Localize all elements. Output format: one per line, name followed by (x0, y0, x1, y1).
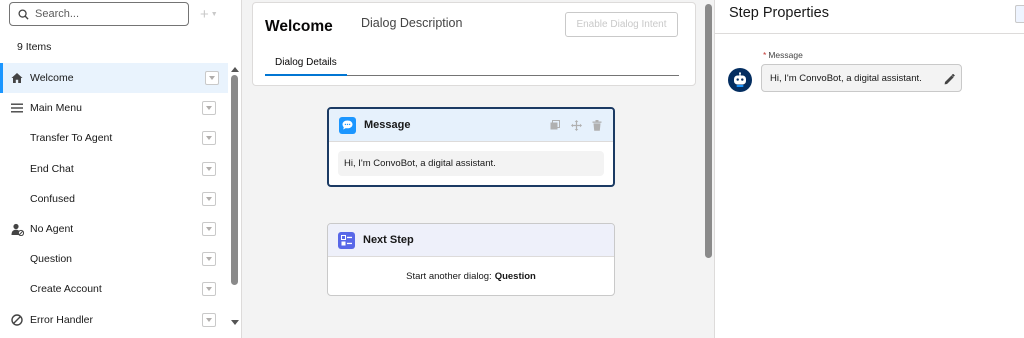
pencil-edit-icon[interactable] (943, 73, 955, 85)
message-step-header: Message (329, 109, 613, 142)
message-step-text[interactable]: Hi, I'm ConvoBot, a digital assistant. (338, 151, 604, 176)
chevron-down-icon: ▼ (210, 11, 218, 18)
dialog-item-menu-button[interactable] (202, 161, 216, 176)
ban-icon (10, 313, 24, 327)
move-icon[interactable] (570, 119, 582, 131)
message-step-tools (549, 119, 603, 131)
dialog-item-label: No Agent (30, 223, 74, 236)
message-step-card[interactable]: Message Hi, I'm ConvoBot, a digital assi… (327, 107, 615, 187)
plus-icon: + (200, 6, 209, 23)
next-step-title: Next Step (363, 234, 414, 246)
step-properties-panel: Step Properties * Message Hi, I'm ConvoBo… (714, 0, 1024, 338)
required-asterisk: * (763, 50, 767, 60)
dialog-title: Welcome (265, 18, 333, 35)
search-box[interactable] (9, 2, 189, 26)
copy-icon[interactable] (549, 119, 561, 131)
dialog-item-menu-button[interactable] (202, 252, 216, 267)
dialog-item-end-chat[interactable]: End Chat (0, 154, 228, 184)
menu-icon (10, 101, 24, 115)
dialog-item-transfer-to-agent[interactable]: Transfer To Agent (0, 123, 228, 153)
dialog-item-main-menu[interactable]: Main Menu (0, 93, 228, 123)
dialog-item-question[interactable]: Question (0, 244, 228, 274)
enable-dialog-intent-button[interactable]: Enable Dialog Intent (565, 12, 678, 37)
step-properties-title: Step Properties (729, 5, 829, 21)
next-step-icon (338, 231, 355, 249)
dialog-item-no-agent[interactable]: No Agent (0, 214, 228, 244)
dialog-item-label: End Chat (30, 162, 74, 175)
dialog-item-confused[interactable]: Confused (0, 184, 228, 214)
tab-dialog-details[interactable]: Dialog Details (265, 49, 347, 76)
dialog-item-menu-button[interactable] (202, 282, 216, 297)
dialog-list: Welcome Main Menu Transfer To Agent End … (0, 63, 228, 335)
message-value-field[interactable]: Hi, I'm ConvoBot, a digital assistant. (761, 64, 962, 92)
dialog-item-label: Welcome (30, 72, 74, 85)
agent-icon (10, 222, 24, 236)
search-icon (18, 8, 29, 20)
scroll-up-arrow-icon[interactable] (231, 67, 239, 72)
dialog-item-menu-button[interactable] (202, 101, 216, 116)
dialog-item-label: Error Handler (30, 313, 94, 326)
dialog-item-label: Create Account (30, 283, 102, 296)
next-step-target[interactable]: Question (495, 271, 536, 282)
next-step-prefix: Start another dialog: (406, 270, 492, 282)
dialog-canvas: Welcome Dialog Description Enable Dialog… (243, 0, 713, 338)
dialog-item-menu-button[interactable] (202, 131, 216, 146)
message-field-label-text: Message (768, 50, 803, 60)
dialog-tabs: Dialog Details (265, 49, 679, 76)
divider (715, 33, 1024, 34)
dialog-item-welcome[interactable]: Welcome (0, 63, 228, 94)
dialog-item-create-account[interactable]: Create Account (0, 274, 228, 304)
dialog-item-label: Question (30, 253, 73, 266)
next-step-body: Start another dialog: Question (328, 257, 614, 295)
canvas-scroll-thumb[interactable] (705, 4, 712, 258)
dialog-description-field[interactable]: Dialog Description (361, 16, 462, 30)
item-count: 9 Items (17, 41, 52, 53)
chat-bubble-icon (339, 116, 356, 134)
sidebar-scroll-thumb[interactable] (231, 75, 238, 285)
panel-toggle-button[interactable] (1015, 5, 1024, 23)
dialog-item-label: Confused (30, 192, 75, 205)
message-step-title: Message (364, 119, 411, 131)
add-dialog-button[interactable]: + ▼ (200, 6, 218, 23)
sidebar-scrollbar[interactable] (229, 63, 241, 327)
dialog-sidebar: + ▼ 9 Items Welcome Main Menu Transfer T… (0, 0, 242, 338)
dialog-item-error-handler[interactable]: Error Handler (0, 305, 228, 335)
message-value-text: Hi, I'm ConvoBot, a digital assistant. (770, 72, 922, 84)
home-icon (10, 71, 24, 85)
dialog-header-card: Welcome Dialog Description Enable Dialog… (252, 2, 696, 86)
dialog-item-menu-button[interactable] (205, 71, 219, 86)
dialog-item-menu-button[interactable] (202, 222, 216, 237)
delete-icon[interactable] (591, 119, 603, 131)
dialog-item-label: Main Menu (30, 102, 82, 115)
next-step-header: Next Step (328, 224, 614, 257)
bot-avatar-icon (728, 68, 752, 92)
dialog-item-label: Transfer To Agent (30, 132, 113, 145)
next-step-card[interactable]: Next Step Start another dialog: Question (327, 223, 615, 296)
search-input[interactable] (35, 8, 175, 20)
dialog-item-menu-button[interactable] (202, 191, 216, 206)
dialog-item-menu-button[interactable] (202, 312, 216, 327)
message-field-label: * Message (763, 50, 803, 60)
scroll-down-arrow-icon[interactable] (231, 320, 239, 325)
